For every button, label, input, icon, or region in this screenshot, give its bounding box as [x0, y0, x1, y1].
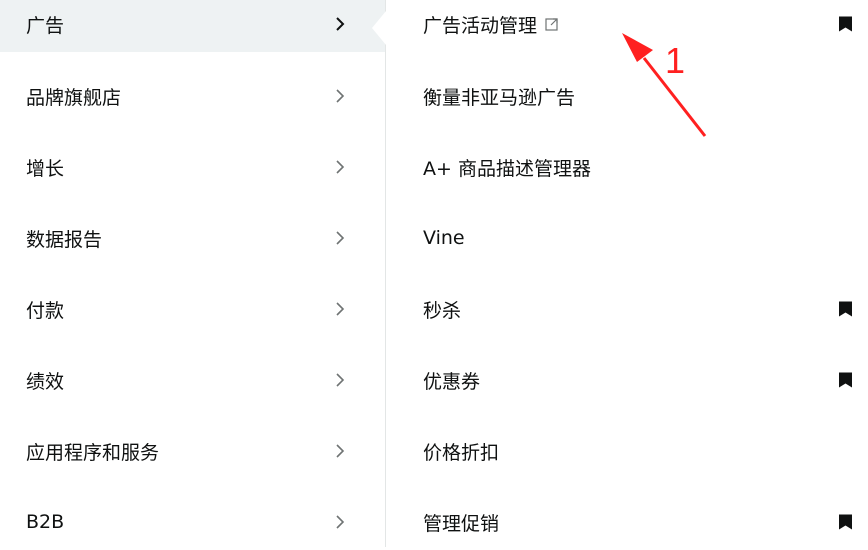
submenu-item-lightning-deals[interactable]: 秒杀	[387, 281, 868, 337]
submenu-item-label: 广告活动管理	[423, 14, 538, 37]
left-menu-item-brand-store[interactable]: 品牌旗舰店	[0, 68, 385, 124]
bookmark-icon[interactable]	[839, 372, 852, 388]
submenu-item-label: A+ 商品描述管理器	[423, 157, 591, 180]
submenu-item-manage-promotions[interactable]: 管理促销	[387, 494, 868, 550]
left-menu-item-b2b[interactable]: B2B	[0, 494, 385, 550]
chevron-right-icon	[330, 370, 350, 390]
submenu-item-vine[interactable]: Vine	[387, 210, 868, 266]
left-menu-item-reports[interactable]: 数据报告	[0, 210, 385, 266]
bookmark-icon[interactable]	[839, 301, 852, 317]
left-menu-item-label: B2B	[26, 511, 65, 533]
chevron-right-icon	[330, 157, 350, 177]
submenu-item-price-discounts[interactable]: 价格折扣	[387, 423, 868, 479]
chevron-right-icon	[330, 441, 350, 461]
submenu-item-label: 优惠券	[423, 370, 481, 393]
bookmark-icon[interactable]	[839, 16, 852, 32]
left-menu-item-performance[interactable]: 绩效	[0, 352, 385, 408]
chevron-right-icon	[330, 14, 350, 34]
left-menu-item-label: 付款	[26, 299, 65, 322]
submenu-item-label: 管理促销	[423, 512, 500, 535]
submenu-item-non-amazon-ads[interactable]: 衡量非亚马逊广告	[387, 68, 868, 124]
left-menu-item-payments[interactable]: 付款	[0, 281, 385, 337]
submenu-item-label: Vine	[423, 227, 465, 249]
left-menu-item-advertising[interactable]: 广告	[0, 0, 385, 52]
submenu-item-a-plus-manager[interactable]: A+ 商品描述管理器	[387, 139, 868, 195]
left-menu-item-label: 应用程序和服务	[26, 441, 160, 464]
external-link-icon	[545, 17, 559, 31]
chevron-right-icon	[330, 86, 350, 106]
submenu-item-label: 衡量非亚马逊广告	[423, 86, 576, 109]
chevron-right-icon	[330, 512, 350, 532]
left-menu-item-label: 数据报告	[26, 228, 103, 251]
submenu-pointer	[372, 11, 386, 45]
submenu-panel: 广告活动管理 衡量非亚马逊广告 A+ 商品描述管理器 Vine 秒杀 优惠券 价…	[387, 0, 868, 547]
left-menu-item-label: 绩效	[26, 370, 65, 393]
left-menu-item-growth[interactable]: 增长	[0, 139, 385, 195]
left-menu-item-label: 增长	[26, 157, 65, 180]
submenu-item-label: 秒杀	[423, 299, 462, 322]
chevron-right-icon	[330, 228, 350, 248]
left-menu-item-label: 广告	[26, 14, 65, 37]
left-menu-item-label: 品牌旗舰店	[26, 86, 122, 109]
annotation-number: 1	[665, 40, 686, 81]
left-menu-item-apps-services[interactable]: 应用程序和服务	[0, 423, 385, 479]
bookmark-icon[interactable]	[839, 514, 852, 530]
left-nav-menu: 广告 品牌旗舰店 增长 数据报告 付款 绩效 应用程序和服务 B2B	[0, 0, 386, 547]
submenu-item-label: 价格折扣	[423, 441, 500, 464]
submenu-item-coupons[interactable]: 优惠券	[387, 352, 868, 408]
chevron-right-icon	[330, 299, 350, 319]
submenu-item-campaign-manager[interactable]: 广告活动管理	[387, 0, 868, 52]
